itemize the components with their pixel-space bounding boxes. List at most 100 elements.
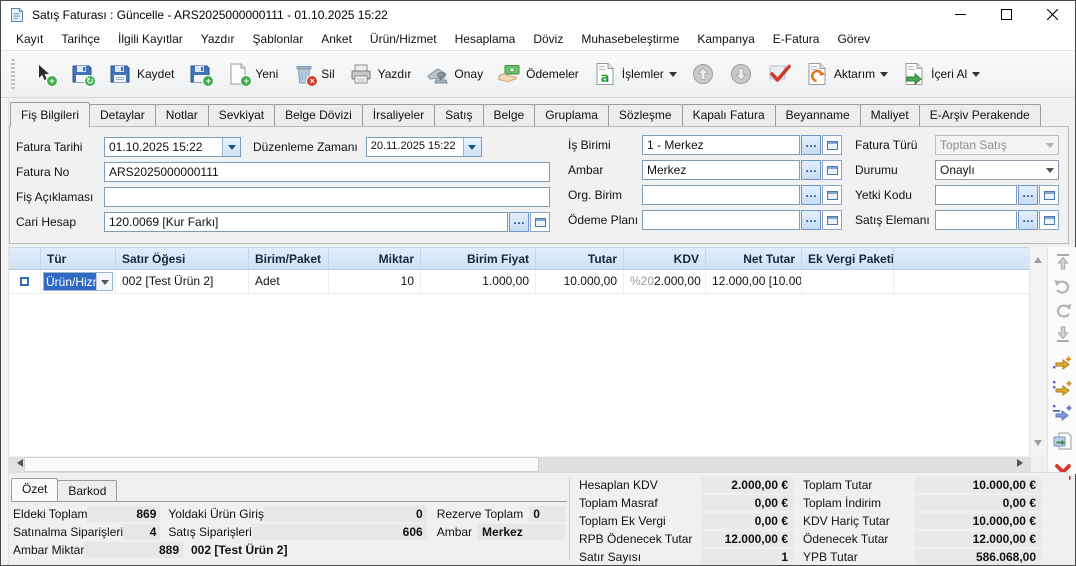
undo-line-button[interactable] (1052, 275, 1074, 297)
slip-description-input[interactable] (104, 187, 550, 207)
account-input[interactable]: 120.0069 [Kur Farkı] (104, 212, 508, 232)
add-record-button[interactable]: + (25, 58, 63, 90)
business-unit-browse-button[interactable]: … (801, 135, 821, 155)
line-unit-cell[interactable]: Adet (249, 270, 329, 293)
salesperson-open-button[interactable] (1039, 210, 1059, 230)
tab-barkod[interactable]: Barkod (57, 480, 117, 501)
auth-code-input[interactable] (935, 185, 1017, 205)
line-type-select[interactable]: Ürün/Hizm (43, 272, 113, 291)
scrollbar-thumb[interactable] (24, 457, 539, 472)
date-dropdown-icon[interactable] (222, 138, 240, 156)
col-header-satir-ogesi[interactable]: Satır Öğesi (116, 248, 249, 269)
minimize-button[interactable] (937, 1, 983, 28)
approve-button[interactable]: Onay (418, 58, 490, 90)
auth-code-open-button[interactable] (1039, 185, 1059, 205)
payments-button[interactable]: Ödemeler (490, 58, 586, 90)
col-header-tur[interactable]: Tür (41, 248, 116, 269)
business-unit-open-button[interactable] (822, 135, 842, 155)
toolbar-grip[interactable] (11, 59, 15, 89)
insert-alt-line-button[interactable] (1052, 401, 1074, 423)
col-header-birim-fiyat[interactable]: Birim Fiyat (421, 248, 536, 269)
tab-kapali-fatura[interactable]: Kapalı Fatura (682, 104, 776, 127)
tab-beyanname[interactable]: Beyanname (775, 104, 861, 127)
warehouse-open-button[interactable] (822, 160, 842, 180)
org-unit-open-button[interactable] (822, 185, 842, 205)
line-net-amount-cell[interactable]: 12.000,00 [10.000] (706, 270, 802, 293)
line-item-cell[interactable]: 002 [Test Ürün 2] (116, 270, 249, 293)
col-header-birim-paket[interactable]: Birim/Paket (249, 248, 329, 269)
insert-detail-line-button[interactable] (1052, 377, 1074, 399)
auth-code-browse-button[interactable]: … (1018, 185, 1038, 205)
redo-line-button[interactable] (1052, 299, 1074, 321)
business-unit-input[interactable]: 1 - Merkez (642, 135, 800, 155)
tab-fis-bilgileri[interactable]: Fiş Bilgileri (10, 102, 90, 127)
invoice-line-row[interactable]: Ürün/Hizm 002 [Test Ürün 2] Adet 10 1.00… (9, 270, 1029, 294)
menu-item-tarihce[interactable]: Tarihçe (52, 29, 109, 49)
tab-belge[interactable]: Belge (483, 104, 536, 127)
delete-button[interactable]: × Sil (285, 58, 341, 90)
invoice-no-input[interactable]: ARS2025000000111 (104, 162, 550, 182)
tab-detaylar[interactable]: Detaylar (89, 104, 156, 127)
move-line-bottom-button[interactable] (1052, 323, 1074, 345)
warehouse-browse-button[interactable]: … (801, 160, 821, 180)
tab-ozet[interactable]: Özet (11, 478, 58, 501)
menu-item-doviz[interactable]: Döviz (524, 29, 572, 49)
scroll-up-icon[interactable] (1034, 253, 1042, 263)
menu-item-ilgili-kayitlar[interactable]: İlgili Kayıtlar (109, 29, 192, 49)
menu-item-muhasebelestirme[interactable]: Muhasebeleştirme (572, 29, 688, 49)
tab-satis[interactable]: Satış (434, 104, 483, 127)
export-button[interactable]: Aktarım (798, 58, 895, 90)
menu-item-urun-hizmet[interactable]: Ürün/Hizmet (361, 29, 446, 49)
row-indicator-icon[interactable] (9, 270, 41, 293)
print-button[interactable]: Yazdır (342, 58, 419, 90)
col-header-ek-vergi-paketi[interactable]: Ek Vergi Paketi (802, 248, 894, 269)
status-select[interactable]: Onaylı (935, 160, 1059, 180)
col-header-miktar[interactable]: Miktar (329, 248, 421, 269)
invoice-date-input[interactable]: 01.10.2025 15:22 (104, 137, 241, 157)
menu-item-hesaplama[interactable]: Hesaplama (446, 29, 525, 49)
date-dropdown-icon[interactable] (463, 138, 481, 156)
save-button[interactable]: Kaydet (101, 58, 181, 90)
confirm-button[interactable] (760, 58, 798, 90)
edit-time-input[interactable]: 20.11.2025 15:22 (366, 137, 482, 157)
save-new-button[interactable]: + (181, 58, 219, 90)
new-button[interactable]: + Yeni (219, 58, 285, 90)
line-extra-tax-cell[interactable] (802, 270, 894, 293)
col-header-net-tutar[interactable]: Net Tutar (706, 248, 802, 269)
import-button[interactable]: İçeri Al (895, 58, 987, 90)
save-refresh-button[interactable]: ↻ (63, 58, 101, 90)
line-amount-cell[interactable]: 10.000,00 (536, 270, 624, 293)
tab-e-arsiv-perakende[interactable]: E-Arşiv Perakende (919, 104, 1041, 127)
grid-vertical-scrollbar[interactable] (1029, 247, 1046, 456)
line-detail-button[interactable] (1052, 431, 1074, 453)
menu-item-sablonlar[interactable]: Şablonlar (244, 29, 313, 49)
salesperson-browse-button[interactable]: … (1018, 210, 1038, 230)
menu-item-e-fatura[interactable]: E-Fatura (764, 29, 829, 49)
tab-sevkiyat[interactable]: Sevkiyat (208, 104, 275, 127)
grid-horizontal-scrollbar[interactable] (9, 457, 1031, 472)
operations-button[interactable]: a İşlemler (586, 58, 684, 90)
tab-sozlesme[interactable]: Sözleşme (608, 104, 683, 127)
tab-gruplama[interactable]: Gruplama (534, 104, 609, 127)
tab-notlar[interactable]: Notlar (155, 104, 209, 127)
tab-maliyet[interactable]: Maliyet (860, 104, 920, 127)
menu-item-kampanya[interactable]: Kampanya (688, 29, 763, 49)
account-browse-button[interactable]: … (509, 212, 529, 232)
col-header-tutar[interactable]: Tutar (536, 248, 624, 269)
line-unit-price-cell[interactable]: 1.000,00 (421, 270, 536, 293)
scroll-down-icon[interactable] (1034, 440, 1042, 450)
payment-plan-browse-button[interactable]: … (801, 210, 821, 230)
col-header-kdv[interactable]: KDV (624, 248, 706, 269)
tab-belge-dovizi[interactable]: Belge Dövizi (274, 104, 363, 127)
salesperson-input[interactable] (935, 210, 1017, 230)
warehouse-input[interactable]: Merkez (642, 160, 800, 180)
payment-plan-input[interactable] (642, 210, 800, 230)
maximize-button[interactable] (983, 1, 1029, 28)
scroll-right-icon[interactable] (1017, 459, 1027, 467)
menu-item-anket[interactable]: Anket (312, 29, 361, 49)
payment-plan-open-button[interactable] (822, 210, 842, 230)
insert-line-button[interactable] (1052, 353, 1074, 375)
account-open-button[interactable] (530, 212, 550, 232)
menu-item-yazdir[interactable]: Yazdır (192, 29, 244, 49)
menu-item-kayit[interactable]: Kayıt (7, 29, 52, 49)
